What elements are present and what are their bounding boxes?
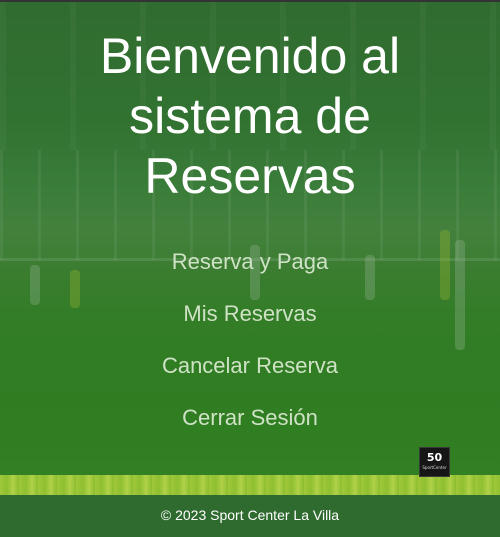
menu-item: Cancelar Reserva (0, 340, 500, 392)
cerrar-sesion-link[interactable]: Cerrar Sesión (172, 392, 328, 444)
menu-item: Reserva y Paga (0, 236, 500, 288)
menu-item: Mis Reservas (0, 288, 500, 340)
main-content: Bienvenido al sistema de Reservas Reserv… (0, 0, 500, 444)
main-menu: Reserva y Paga Mis Reservas Cancelar Res… (0, 236, 500, 444)
sport-center-logo: 50 SportCenter (419, 447, 450, 477)
menu-item: Cerrar Sesión (0, 392, 500, 444)
logo-text: SportCenter (422, 465, 447, 470)
footer: © 2023 Sport Center La Villa (0, 495, 500, 537)
mis-reservas-link[interactable]: Mis Reservas (173, 288, 326, 340)
logo-number: 50 (426, 451, 443, 464)
grass-strip (0, 475, 500, 495)
copyright-text: © 2023 Sport Center La Villa (160, 507, 340, 523)
page-title: Bienvenido al sistema de Reservas (99, 28, 401, 204)
page: Bienvenido al sistema de Reservas Reserv… (0, 0, 500, 537)
cancelar-reserva-link[interactable]: Cancelar Reserva (152, 340, 348, 392)
reserva-y-paga-link[interactable]: Reserva y Paga (162, 236, 339, 288)
